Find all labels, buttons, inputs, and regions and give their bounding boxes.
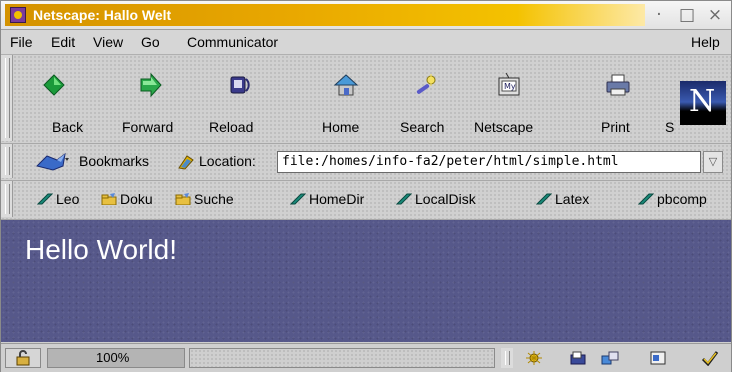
svg-text:N: N bbox=[689, 84, 715, 119]
menu-communicator[interactable]: Communicator bbox=[187, 34, 278, 50]
personal-link-label: Leo bbox=[56, 191, 80, 207]
personal-link-pbcomp[interactable]: pbcomp bbox=[638, 191, 707, 207]
forward-label: Forward bbox=[122, 119, 174, 135]
forward-arrow-icon bbox=[140, 73, 162, 97]
zoom-level: 100% bbox=[96, 350, 130, 365]
back-arrow-icon bbox=[43, 74, 65, 96]
close-button[interactable]: × bbox=[705, 5, 725, 25]
menu-go[interactable]: Go bbox=[141, 34, 160, 50]
svg-text:My: My bbox=[504, 82, 516, 91]
print-icon bbox=[606, 74, 630, 96]
personal-link-localdisk[interactable]: LocalDisk bbox=[396, 191, 476, 207]
navigation-toolbar: Back Forward Reload Home Search My Netsc… bbox=[1, 55, 731, 144]
maximize-button[interactable]: □ bbox=[677, 5, 697, 25]
discussion-groups-icon[interactable] bbox=[601, 350, 619, 366]
personal-link-label: pbcomp bbox=[657, 191, 707, 207]
netscape-app-icon[interactable] bbox=[10, 7, 26, 23]
security-lock-button[interactable] bbox=[5, 348, 41, 368]
page-content: Hello World! bbox=[1, 220, 731, 342]
security-label: S bbox=[665, 119, 675, 135]
forward-button[interactable]: Forward bbox=[117, 55, 193, 141]
personal-link-latex[interactable]: Latex bbox=[536, 191, 589, 207]
personal-link-suche[interactable]: Suche bbox=[175, 191, 234, 207]
menu-file[interactable]: File bbox=[10, 34, 33, 50]
netscape-label: Netscape bbox=[474, 119, 534, 135]
bookmark-icon bbox=[638, 193, 654, 205]
home-label: Home bbox=[322, 119, 360, 135]
search-button[interactable]: Search bbox=[393, 55, 459, 141]
personal-link-homedir[interactable]: HomeDir bbox=[290, 191, 364, 207]
menu-help[interactable]: Help bbox=[691, 34, 720, 50]
personal-toolbar: Leo Doku Suche HomeDir LocalDisk Latex p… bbox=[1, 181, 731, 220]
bookmark-icon bbox=[37, 193, 53, 205]
reload-icon bbox=[230, 76, 250, 94]
chevron-down-icon: ▽ bbox=[708, 155, 718, 168]
personal-link-label: Latex bbox=[555, 191, 590, 207]
personal-link-leo[interactable]: Leo bbox=[37, 191, 79, 207]
back-button[interactable]: Back bbox=[15, 55, 95, 141]
bookmark-icon bbox=[290, 193, 306, 205]
navigator-icon[interactable] bbox=[525, 350, 543, 366]
window-title: Netscape: Hallo Welt bbox=[33, 7, 172, 23]
bookmarks-icon bbox=[36, 152, 69, 171]
title-bar-highlight[interactable]: Netscape: Hallo Welt bbox=[5, 4, 645, 26]
bookmarks-button[interactable]: Bookmarks bbox=[35, 152, 149, 172]
mailbox-icon[interactable] bbox=[569, 350, 587, 366]
folder-icon bbox=[175, 193, 191, 205]
minimize-button[interactable]: · bbox=[649, 5, 669, 25]
bookmark-icon bbox=[536, 193, 552, 205]
personal-link-label: LocalDisk bbox=[415, 191, 476, 207]
menu-edit[interactable]: Edit bbox=[51, 34, 75, 50]
location-toolbar: Bookmarks Location: file:/homes/info-fa2… bbox=[1, 144, 731, 181]
checkmark-icon[interactable] bbox=[701, 350, 719, 366]
personal-link-label: HomeDir bbox=[309, 191, 365, 207]
reload-label: Reload bbox=[209, 119, 254, 135]
bookmark-icon bbox=[396, 193, 412, 205]
menu-view[interactable]: View bbox=[93, 34, 123, 50]
home-icon bbox=[333, 74, 359, 96]
security-button[interactable]: S bbox=[661, 55, 675, 141]
print-label: Print bbox=[601, 119, 630, 135]
personal-link-label: Suche bbox=[194, 191, 234, 207]
component-bar-grip[interactable] bbox=[501, 348, 513, 368]
title-bar: Netscape: Hallo Welt · □ × bbox=[1, 1, 731, 30]
netscape-n-logo-icon: N bbox=[680, 81, 726, 125]
search-icon bbox=[416, 74, 436, 94]
search-label: Search bbox=[400, 119, 445, 135]
page-proxy-icon[interactable] bbox=[177, 154, 195, 170]
bookmarks-label: Bookmarks bbox=[79, 153, 150, 169]
page-heading: Hello World! bbox=[25, 234, 177, 265]
location-dropdown-button[interactable]: ▽ bbox=[703, 151, 723, 173]
status-bar: 100% bbox=[1, 343, 731, 372]
netscape-icon: My bbox=[498, 73, 520, 96]
print-button[interactable]: Print bbox=[583, 55, 643, 141]
home-button[interactable]: Home bbox=[319, 55, 379, 141]
location-label: Location: bbox=[199, 153, 256, 169]
folder-icon bbox=[101, 193, 117, 205]
zoom-progress: 100% bbox=[47, 348, 185, 368]
menu-bar: File Edit View Go Communicator Help bbox=[1, 30, 731, 55]
browser-window: Netscape: Hallo Welt · □ × File Edit Vie… bbox=[0, 0, 732, 372]
personal-link-label: Doku bbox=[120, 191, 153, 207]
status-message-area bbox=[189, 348, 495, 368]
personal-toolbar-grip[interactable] bbox=[1, 181, 13, 217]
personal-link-doku[interactable]: Doku bbox=[101, 191, 153, 207]
location-url-input[interactable]: file:/homes/info-fa2/peter/html/simple.h… bbox=[277, 151, 701, 173]
unlocked-padlock-icon bbox=[16, 350, 30, 366]
netscape-button[interactable]: My Netscape bbox=[469, 55, 549, 141]
netscape-throbber[interactable]: N bbox=[680, 81, 726, 125]
navigation-toolbar-grip[interactable] bbox=[1, 55, 13, 141]
back-label: Back bbox=[52, 119, 84, 135]
composer-icon[interactable] bbox=[649, 350, 667, 366]
reload-button[interactable]: Reload bbox=[201, 55, 271, 141]
location-toolbar-grip[interactable] bbox=[1, 144, 13, 178]
